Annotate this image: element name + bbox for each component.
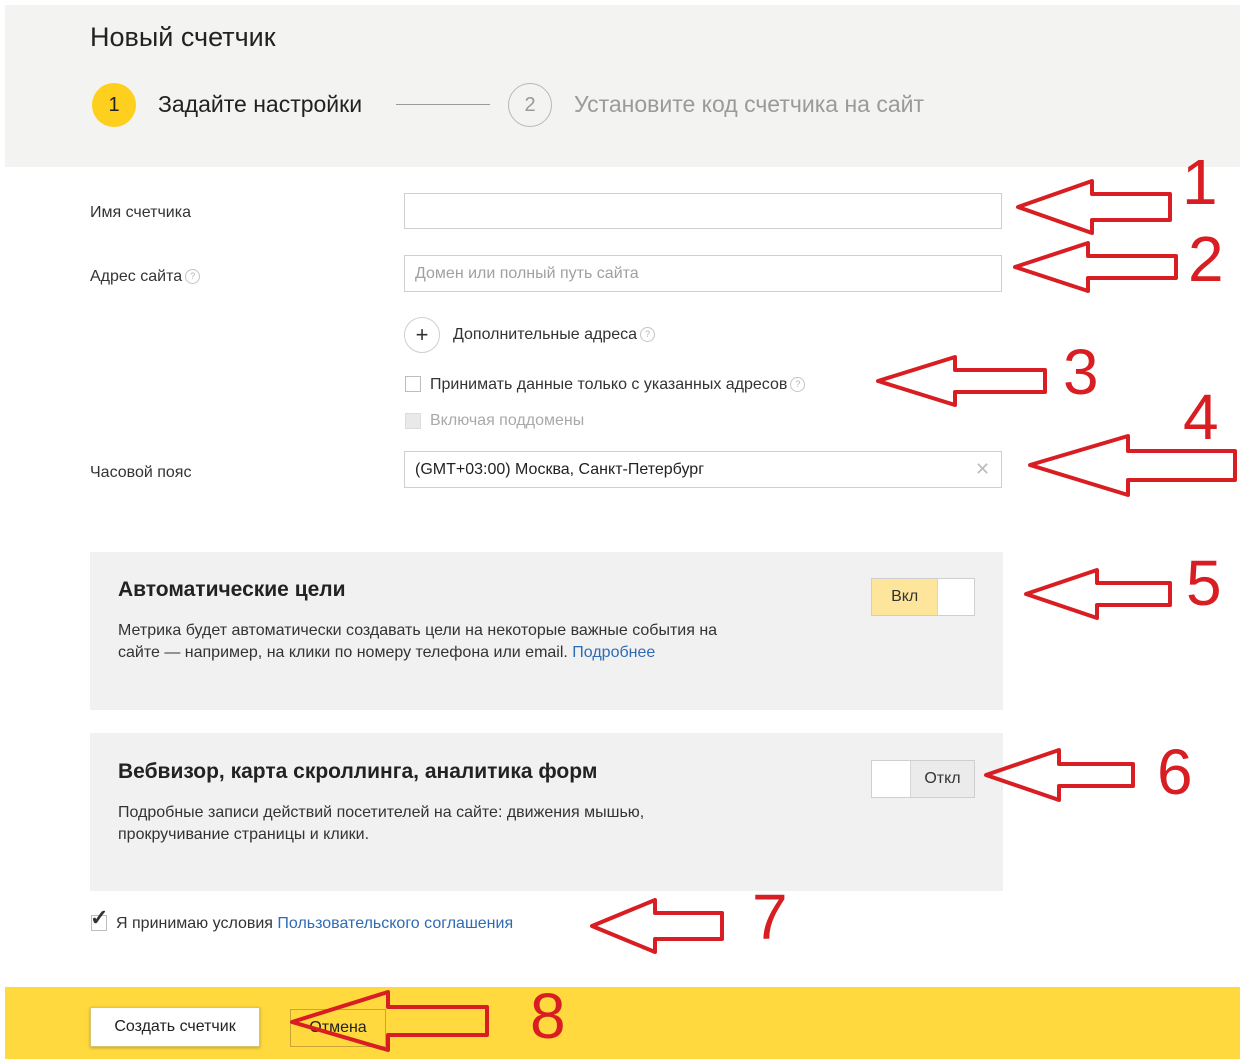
annotation-number: 4 xyxy=(1183,381,1219,453)
arrow-icon xyxy=(1016,179,1172,235)
annotation-number: 3 xyxy=(1063,336,1099,408)
annotation-number: 6 xyxy=(1157,736,1193,808)
annotation-number: 8 xyxy=(530,980,566,1052)
annotation-number: 2 xyxy=(1188,223,1224,295)
arrow-icon xyxy=(984,748,1135,802)
arrow-icon xyxy=(290,990,489,1052)
annotation-number: 1 xyxy=(1182,146,1218,218)
annotation-number: 7 xyxy=(752,881,788,953)
arrow-icon xyxy=(1013,241,1178,293)
arrow-icon xyxy=(876,355,1047,407)
annotation-number: 5 xyxy=(1186,547,1222,619)
arrow-icon xyxy=(590,898,724,954)
arrow-icon xyxy=(1024,568,1172,620)
annotation-overlay xyxy=(290,179,1237,1052)
